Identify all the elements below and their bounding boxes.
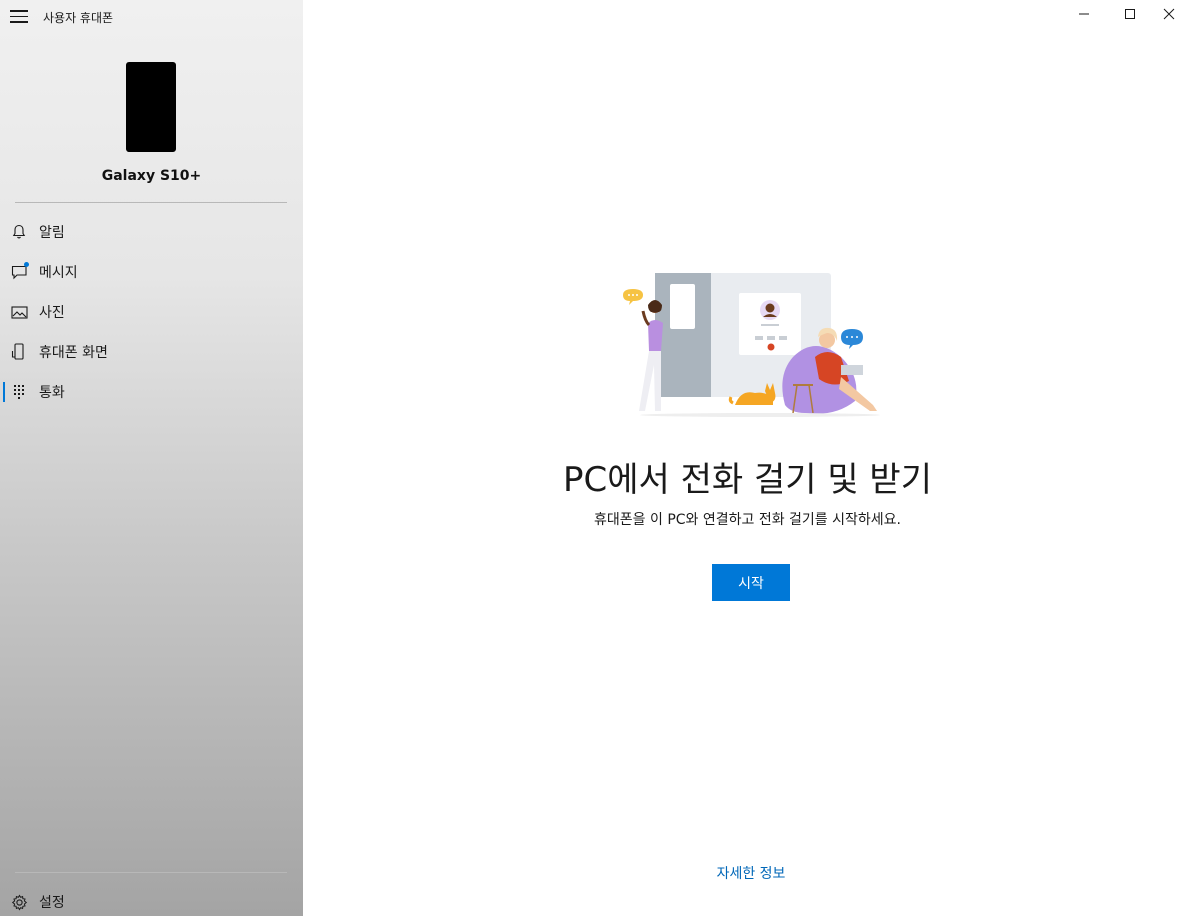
dialpad-icon: [10, 383, 28, 401]
sidebar-item-messages[interactable]: 메시지: [0, 252, 303, 292]
sidebar-item-photos[interactable]: 사진: [0, 292, 303, 332]
gear-icon: [10, 893, 28, 911]
sidebar-item-label: 설정: [39, 895, 65, 911]
sidebar-item-label: 휴대폰 화면: [39, 345, 108, 361]
sidebar-item-label: 통화: [39, 385, 65, 401]
app-window: 사용자 휴대폰 Galaxy S10+ 알림 메시지 사진 휴대폰 화면 통화 …: [0, 0, 1192, 916]
sidebar-item-calls[interactable]: 통화: [0, 372, 303, 412]
sidebar-divider-bottom: [15, 872, 287, 873]
close-button[interactable]: [1146, 0, 1192, 28]
hamburger-menu-icon[interactable]: [10, 10, 28, 24]
phone-screen-icon: [10, 343, 28, 361]
message-icon: [10, 262, 29, 281]
start-button[interactable]: 시작: [712, 564, 790, 601]
minimize-icon: [1078, 5, 1090, 24]
maximize-icon: [1124, 5, 1136, 24]
unread-badge-dot: [24, 262, 29, 267]
minimize-button[interactable]: [1061, 0, 1107, 28]
more-info-link[interactable]: 자세한 정보: [303, 863, 1192, 883]
sidebar-divider-top: [15, 202, 287, 203]
bell-icon: [10, 223, 28, 241]
page-subtitle: 휴대폰을 이 PC와 연결하고 전화 걸기를 시작하세요.: [594, 512, 901, 528]
sidebar-item-notifications[interactable]: 알림: [0, 212, 303, 252]
phone-image: [126, 62, 176, 152]
sidebar-item-settings[interactable]: 설정: [0, 882, 303, 916]
sidebar-item-label: 사진: [39, 305, 65, 321]
sidebar-item-label: 메시지: [39, 265, 78, 281]
sidebar: 사용자 휴대폰 Galaxy S10+ 알림 메시지 사진 휴대폰 화면 통화 …: [0, 0, 303, 916]
close-icon: [1163, 5, 1175, 24]
sidebar-item-phone-screen[interactable]: 휴대폰 화면: [0, 332, 303, 372]
calls-illustration: [615, 265, 885, 420]
photo-icon: [10, 303, 28, 321]
page-title: PC에서 전화 걸기 및 받기: [563, 460, 932, 500]
device-name: Galaxy S10+: [101, 168, 202, 184]
sidebar-item-label: 알림: [39, 225, 65, 241]
app-title: 사용자 휴대폰: [43, 11, 114, 25]
